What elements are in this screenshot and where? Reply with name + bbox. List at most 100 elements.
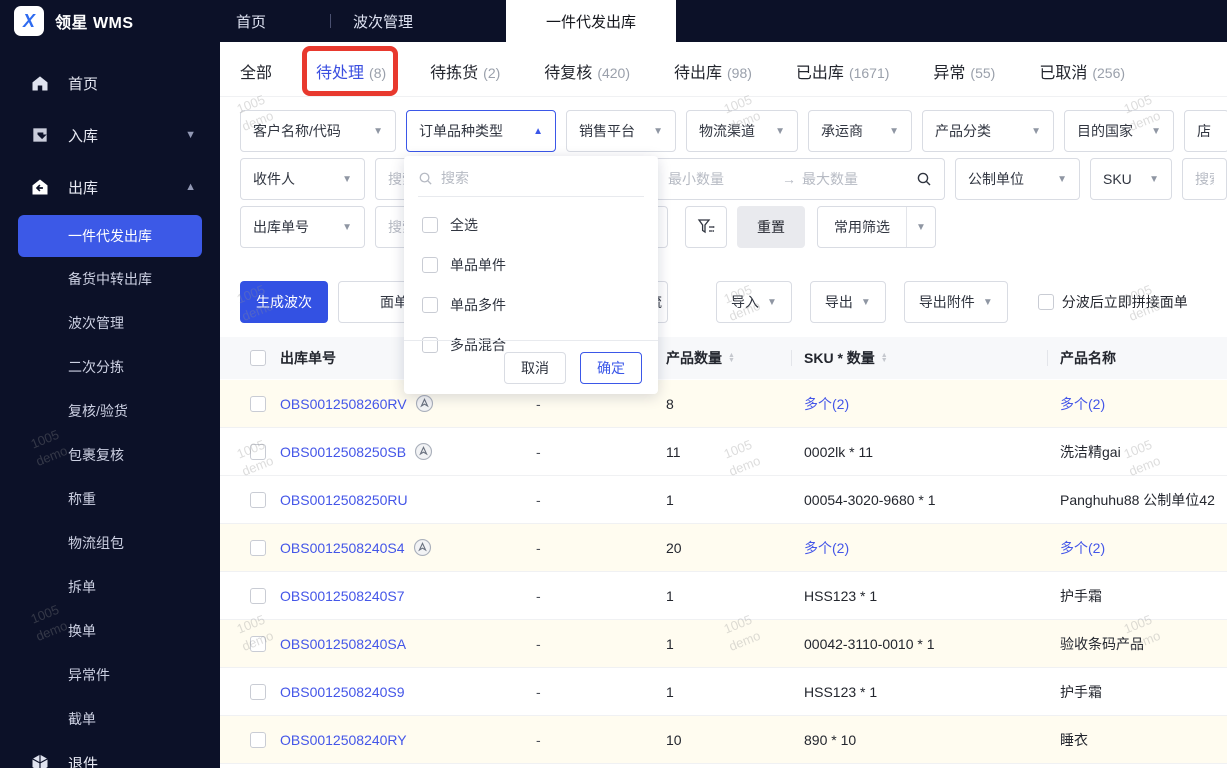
top-tab-active[interactable]: 一件代发出库 [506, 0, 677, 42]
order-status-icon[interactable] [414, 442, 433, 461]
filter-unit[interactable]: 公制单位 ▼ [955, 158, 1080, 200]
column-sku-qty[interactable]: SKU * 数量 ▲ ▼ [791, 350, 1060, 366]
order-status-icon[interactable] [413, 538, 432, 557]
dropdown-footer: 取消 确定 [404, 340, 658, 394]
row-checkbox[interactable] [250, 539, 266, 556]
row-checkbox[interactable] [250, 683, 266, 700]
top-nav-home[interactable]: 首页 [236, 11, 266, 32]
tab-outbound-done[interactable]: 已出库 (1671) [796, 59, 889, 83]
order-number-link[interactable]: OBS0012508240SA [280, 636, 406, 652]
chevron-down-icon: ▼ [1151, 125, 1161, 137]
column-product-name[interactable]: 产品名称 [1047, 350, 1227, 366]
row-checkbox[interactable] [250, 395, 266, 412]
sort-icons[interactable]: ▲ ▼ [881, 352, 888, 364]
filter-order-type[interactable]: 订单品种类型 ▲ [406, 110, 556, 152]
export-button[interactable]: 导出 ▼ [809, 281, 886, 323]
status-tabs: 全部 待处理 (8) 待拣货 (2) 待复核 (420) 待出库 (98) 已出… [220, 45, 1227, 97]
order-number-link[interactable]: OBS0012508250SB [280, 444, 406, 460]
tab-exception[interactable]: 异常 (55) [933, 59, 995, 83]
order-number-link[interactable]: OBS0012508240S9 [280, 684, 405, 700]
cell-dash: - [536, 539, 541, 556]
filter-product-category[interactable]: 产品分类 ▼ [922, 110, 1054, 152]
advanced-filter-button[interactable] [685, 206, 727, 248]
stitch-label-checkbox[interactable] [1037, 294, 1054, 310]
generate-wave-button[interactable]: 生成波次 [240, 281, 328, 323]
order-number-link[interactable]: OBS0012508240S7 [280, 588, 405, 604]
option-checkbox[interactable] [422, 217, 438, 233]
cell-sku-link[interactable]: 多个(2) [804, 538, 1060, 558]
row-checkbox[interactable] [250, 443, 266, 460]
sidebar-subitem-wave-management[interactable]: 波次管理 [0, 301, 220, 345]
filter-order-number[interactable]: 出库单号 ▼ [240, 206, 365, 248]
confirm-button[interactable]: 确定 [580, 351, 642, 384]
option-select-all[interactable]: 全选 [404, 205, 658, 245]
sidebar-item-outbound[interactable]: 出库 ▲ [0, 165, 220, 209]
sidebar-subitem-swap-order[interactable]: 换单 [0, 609, 220, 653]
option-single-item-single[interactable]: 单品单件 [404, 245, 658, 285]
row-checkbox[interactable] [250, 731, 266, 748]
order-number-link[interactable]: OBS0012508240S4 [280, 540, 405, 556]
option-checkbox[interactable] [422, 297, 438, 313]
sidebar-subitem-split-order[interactable]: 拆单 [0, 565, 220, 609]
dropdown-search-input[interactable] [441, 170, 621, 186]
cell-name-link[interactable]: 多个(2) [1060, 394, 1227, 414]
order-number-link[interactable]: OBS0012508240RY [280, 732, 407, 748]
filter-customer[interactable]: 客户名称/代码 ▼ [240, 110, 396, 152]
sidebar-item-inbound[interactable]: 入库 ▼ [0, 113, 220, 157]
tab-pending[interactable]: 待处理 (8) [302, 45, 399, 96]
order-number-link[interactable]: OBS0012508250RU [280, 492, 408, 508]
filter-carrier[interactable]: 承运商 ▼ [808, 110, 912, 152]
option-checkbox[interactable] [422, 257, 438, 273]
option-single-item-multi[interactable]: 单品多件 [404, 285, 658, 325]
sidebar-subitem-review-inspect[interactable]: 复核/验货 [0, 389, 220, 433]
sidebar-subitem-weighing[interactable]: 称重 [0, 477, 220, 521]
sort-icons[interactable]: ▲ ▼ [728, 352, 735, 364]
min-quantity-input[interactable] [668, 171, 776, 187]
sidebar-subitem-exception-items[interactable]: 异常件 [0, 653, 220, 697]
tab-to-review[interactable]: 待复核 (420) [544, 59, 630, 83]
tab-all[interactable]: 全部 [240, 59, 272, 83]
import-button[interactable]: 导入 ▼ [716, 281, 792, 323]
cell-name: 睡衣 [1060, 731, 1088, 748]
sidebar-item-returns[interactable]: 退件 [0, 741, 220, 768]
reset-button[interactable]: 重置 [737, 206, 805, 248]
sidebar-subitem-stock-transfer[interactable]: 备货中转出库 [0, 257, 220, 301]
table-header: 出库单号 产品数量 ▲ ▼ SKU * 数量 ▲ ▼ 产品名称 [220, 337, 1227, 379]
row-checkbox[interactable] [250, 635, 266, 652]
search-icon[interactable] [916, 171, 932, 187]
sidebar-subitem-dropship-outbound[interactable]: 一件代发出库 [18, 215, 202, 257]
filter-logistics-channel[interactable]: 物流渠道 ▼ [686, 110, 798, 152]
column-qty[interactable]: 产品数量 ▲ ▼ [666, 348, 804, 368]
sidebar-subitem-package-review[interactable]: 包裹复核 [0, 433, 220, 477]
tab-cancelled[interactable]: 已取消 (256) [1039, 59, 1125, 83]
cell-sku-link[interactable]: 多个(2) [804, 394, 1060, 414]
common-filters-button[interactable]: 常用筛选 ▼ [817, 206, 936, 248]
row-checkbox[interactable] [250, 491, 266, 508]
filter-sales-platform[interactable]: 销售平台 ▼ [566, 110, 676, 152]
select-all-checkbox[interactable] [250, 350, 266, 366]
sidebar: 首页 入库 ▼ 出库 ▲ 一件代发出库 备货中转出库 波次管理 二次分拣 复核/… [0, 42, 220, 768]
max-quantity-input[interactable] [802, 171, 910, 187]
filter-sku[interactable]: SKU ▼ [1090, 158, 1172, 200]
brand-name: 领星 WMS [55, 15, 134, 32]
export-attachments-button[interactable]: 导出附件 ▼ [903, 281, 1008, 323]
sidebar-subitem-secondary-sorting[interactable]: 二次分拣 [0, 345, 220, 389]
filter-destination-country[interactable]: 目的国家 ▼ [1064, 110, 1174, 152]
top-nav-wave[interactable]: 波次管理 [353, 11, 413, 32]
filter-recipient[interactable]: 收件人 ▼ [240, 158, 365, 200]
cancel-button[interactable]: 取消 [504, 351, 566, 384]
sku-search-input-partial[interactable] [1182, 158, 1227, 200]
chevron-down-icon[interactable]: ▼ [906, 207, 935, 247]
chevron-down-icon: ▼ [1057, 173, 1067, 185]
returns-icon [32, 754, 48, 768]
order-status-icon[interactable] [415, 394, 434, 413]
sidebar-subitem-logistics-grouping[interactable]: 物流组包 [0, 521, 220, 565]
sidebar-item-home[interactable]: 首页 [0, 61, 220, 105]
tab-to-outbound[interactable]: 待出库 (98) [674, 59, 752, 83]
cell-name-link[interactable]: 多个(2) [1060, 538, 1227, 558]
row-checkbox[interactable] [250, 587, 266, 604]
filter-partial-right[interactable]: 店 [1184, 110, 1227, 152]
order-number-link[interactable]: OBS0012508260RV [280, 396, 407, 412]
tab-to-pick[interactable]: 待拣货 (2) [430, 59, 500, 83]
sidebar-subitem-intercept-order[interactable]: 截单 [0, 697, 220, 741]
